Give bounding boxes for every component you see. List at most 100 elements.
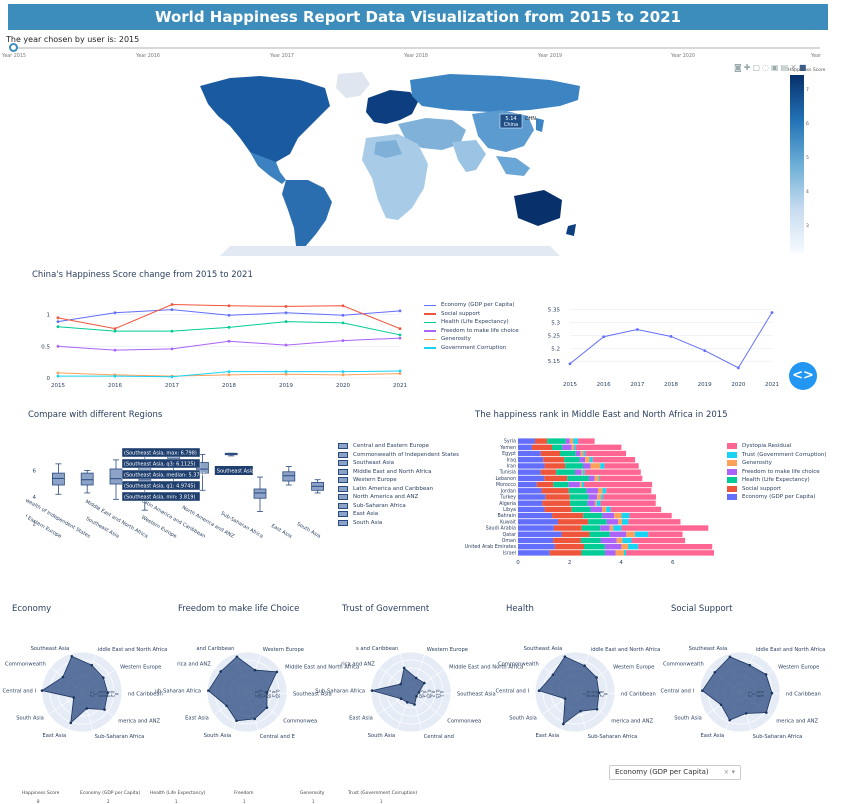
bar-segment[interactable]: [580, 450, 584, 457]
bar-segment[interactable]: [587, 500, 595, 506]
legend-entry[interactable]: Freedom to make life choice: [424, 327, 519, 336]
bar-segment[interactable]: [569, 438, 574, 444]
legend-entry[interactable]: Southeast Asia: [338, 459, 459, 468]
bar-segment[interactable]: [580, 537, 601, 544]
bar-segment[interactable]: [568, 481, 580, 488]
radar-point[interactable]: [72, 696, 76, 699]
data-point[interactable]: [398, 327, 402, 330]
bar-segment[interactable]: [600, 500, 656, 506]
bar-segment[interactable]: [518, 500, 543, 506]
bar-segment[interactable]: [648, 531, 683, 537]
data-point[interactable]: [227, 313, 231, 317]
data-point[interactable]: [227, 339, 231, 343]
data-point[interactable]: [56, 371, 60, 375]
bar-segment[interactable]: [604, 463, 639, 469]
radar-point[interactable]: [265, 706, 269, 709]
china-factor-line-chart[interactable]: 0 0.5 1 2015 2016 2017 2018 2019 2020 2021: [30, 296, 410, 392]
data-point[interactable]: [284, 343, 288, 347]
bar-segment[interactable]: [589, 531, 610, 537]
bar-segment[interactable]: [590, 463, 601, 469]
data-point[interactable]: [56, 320, 60, 324]
bar-segment[interactable]: [542, 500, 571, 506]
data-point[interactable]: [56, 374, 60, 378]
region-box-plot[interactable]: 246Central and Eastern EuropeCommonwealt…: [26, 440, 336, 580]
bar-segment[interactable]: [585, 450, 627, 457]
zoom-in-icon[interactable]: ▣: [771, 63, 781, 72]
bar-segment[interactable]: [583, 512, 603, 519]
bar-segment[interactable]: [573, 438, 579, 444]
radar-point[interactable]: [595, 707, 599, 711]
slider-mark[interactable]: Year: [811, 54, 821, 59]
next-chart-button[interactable]: <>: [789, 362, 817, 390]
data-point[interactable]: [398, 309, 402, 313]
bar-segment[interactable]: [553, 537, 581, 544]
bar-segment[interactable]: [604, 543, 622, 550]
bar-segment[interactable]: [518, 488, 542, 494]
bar-segment[interactable]: [600, 525, 610, 531]
radar-point[interactable]: [275, 670, 279, 674]
radar-point[interactable]: [70, 654, 74, 658]
bar-segment[interactable]: [609, 531, 627, 537]
data-point[interactable]: [635, 328, 639, 331]
data-point[interactable]: [284, 305, 288, 308]
legend-entry[interactable]: South Asia: [338, 519, 459, 528]
bar-segment[interactable]: [578, 438, 595, 444]
bar-segment[interactable]: [638, 543, 713, 550]
bar-segment[interactable]: [573, 444, 576, 451]
bar-segment[interactable]: [600, 475, 643, 482]
bar-segment[interactable]: [569, 494, 589, 500]
legend-entry[interactable]: Freedom to make life choice: [727, 468, 827, 477]
bar-segment[interactable]: [518, 519, 558, 525]
bar-segment[interactable]: [588, 494, 598, 500]
radar-point[interactable]: [728, 718, 732, 722]
clear-icon[interactable]: ×: [723, 768, 729, 776]
radar-point[interactable]: [40, 689, 44, 692]
legend-entry[interactable]: Generosity: [727, 459, 827, 468]
series-line[interactable]: [569, 312, 773, 369]
slider-mark[interactable]: Year 2015: [2, 54, 26, 59]
data-point[interactable]: [113, 311, 117, 315]
bar-segment[interactable]: [628, 543, 639, 550]
bar-segment[interactable]: [588, 519, 607, 525]
radar-point[interactable]: [770, 691, 774, 695]
data-point[interactable]: [227, 325, 231, 329]
data-point[interactable]: [398, 336, 402, 340]
data-point[interactable]: [113, 374, 117, 378]
bar-segment[interactable]: [621, 543, 629, 550]
radar-point[interactable]: [422, 681, 426, 685]
radar-point[interactable]: [253, 668, 257, 672]
bar-segment[interactable]: [618, 519, 622, 525]
bar-segment[interactable]: [600, 463, 605, 469]
box[interactable]: [80, 472, 94, 486]
bar-segment[interactable]: [518, 494, 546, 500]
legend-entry[interactable]: Health (Life Expectancy): [727, 476, 827, 485]
bar-segment[interactable]: [518, 457, 544, 463]
bar-segment[interactable]: [602, 506, 607, 513]
bar-segment[interactable]: [606, 519, 619, 525]
bar-segment[interactable]: [549, 550, 582, 556]
radar-point[interactable]: [537, 689, 541, 693]
radar-point[interactable]: [253, 717, 256, 721]
box[interactable]: [253, 488, 267, 499]
bar-segment[interactable]: [579, 457, 586, 463]
bar-segment[interactable]: [518, 475, 545, 482]
bar-segment[interactable]: [585, 457, 590, 463]
data-point[interactable]: [398, 333, 402, 337]
radar-point[interactable]: [235, 719, 238, 723]
data-point[interactable]: [170, 303, 174, 306]
bar-segment[interactable]: [518, 438, 536, 444]
data-point[interactable]: [170, 329, 174, 333]
lasso-icon[interactable]: ◌: [762, 63, 771, 72]
radar-point[interactable]: [713, 670, 717, 674]
data-point[interactable]: [284, 372, 288, 376]
radar-point[interactable]: [61, 675, 65, 679]
data-point[interactable]: [113, 327, 117, 330]
data-point[interactable]: [113, 329, 117, 333]
bar-segment[interactable]: [623, 550, 627, 556]
bar-segment[interactable]: [570, 500, 588, 506]
bar-segment[interactable]: [575, 450, 581, 457]
data-point[interactable]: [602, 335, 606, 339]
radar-point[interactable]: [562, 722, 565, 726]
bar-segment[interactable]: [626, 531, 635, 537]
slider-mark[interactable]: Year 2018: [404, 54, 428, 59]
